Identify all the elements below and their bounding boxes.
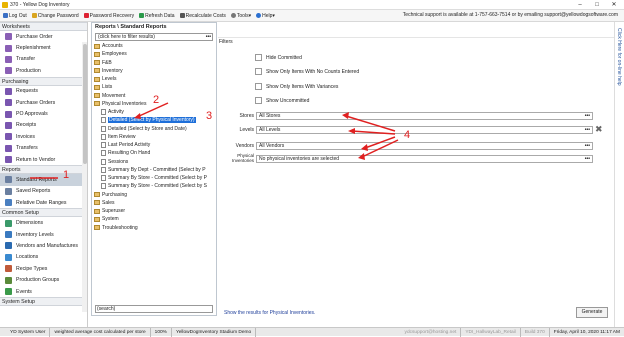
annotation-arrow [136,102,169,118]
status-cost-method: weighted average cost calculated per sto… [50,327,151,337]
annotation-arrow [351,130,396,135]
arrowhead-icon [358,153,365,160]
status-zoom: 100% [151,327,172,337]
arrowhead-icon [348,128,355,134]
arrowhead-icon [134,113,141,119]
status-user: YD System User [0,327,51,337]
status-bar: YD System User weighted average cost cal… [0,327,624,337]
annotation-arrow [364,136,396,149]
status-date: Friday, April 10, 2020 11:17 AM [553,329,620,335]
status-database: YellowDogInventory Stadium Demo [172,327,257,337]
status-build: Build 370 [521,327,550,337]
status-host: ydcsupport@hosting.net [401,327,462,337]
arrowhead-icon [342,112,349,119]
annotation-arrows [30,102,399,179]
arrowhead-icon [361,144,368,151]
status-db-name: YDI_HallwayLab_Retail [461,327,521,337]
